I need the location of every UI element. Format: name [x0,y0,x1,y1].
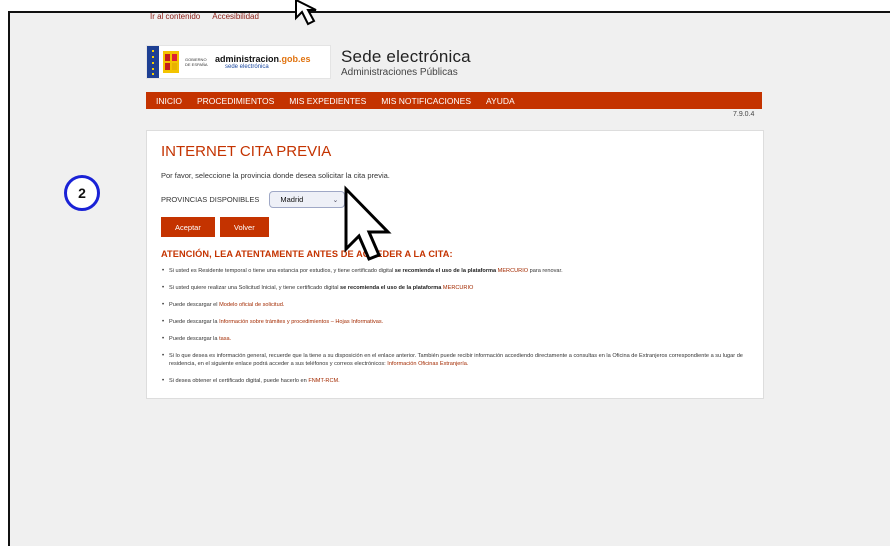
mercurio-link[interactable]: MERCURIO [498,268,528,274]
list-item: Puede descargar la tasa. [161,335,751,343]
accessibility-link[interactable]: Accesibilidad [212,12,259,21]
arrow-cursor-icon [344,185,392,261]
modelo-solicitud-link[interactable]: Modelo oficial de solicitud. [219,302,284,308]
intro-text: Por favor, seleccione la provincia donde… [161,171,390,180]
fnmt-link[interactable]: FNMT-RCM. [308,378,339,384]
province-select[interactable]: Madrid ⌄ [269,191,346,208]
page-title: INTERNET CITA PREVIA [161,143,332,160]
main-nav: INICIO PROCEDIMIENTOS MIS EXPEDIENTES MI… [146,92,762,109]
nav-item-mis-expedientes[interactable]: MIS EXPEDIENTES [289,96,366,106]
nav-item-procedimientos[interactable]: PROCEDIMIENTOS [197,96,274,106]
warning-heading: ATENCIÓN, LEA ATENTAMENTE ANTES DE ACCED… [161,249,453,259]
info-list: Si usted es Residente temporal o tiene u… [161,267,751,394]
skip-links: Ir al contenido Accesibilidad [150,12,259,21]
nav-item-ayuda[interactable]: AYUDA [486,96,515,106]
cita-previa-panel: INTERNET CITA PREVIA Por favor, seleccio… [146,130,764,399]
site-title-main: Sede electrónica [341,46,471,66]
list-item: Si lo que desea es información general, … [161,352,751,368]
mercurio-link[interactable]: MERCURIO [443,285,473,291]
list-item: Si desea obtener el certificado digital,… [161,377,751,385]
oficinas-extranjeria-link[interactable]: Información Oficinas Extranjería. [387,361,468,367]
back-button[interactable]: Volver [219,217,269,237]
site-title: Sede electrónica Administraciones Públic… [341,47,471,78]
tasa-link[interactable]: tasa. [219,336,231,342]
eu-flag-icon [147,46,159,78]
province-selected-value: Madrid [280,195,304,204]
list-item: Si usted es Residente temporal o tiene u… [161,267,751,275]
gov-label: GOBIERNO DE ESPAÑA [185,57,208,67]
version-label: 7.9.0.4 [733,111,755,118]
chevron-down-icon: ⌄ [332,196,339,204]
skip-to-content-link[interactable]: Ir al contenido [150,12,200,21]
admin-logo: administracion.gob.es sede electrónica [215,54,311,70]
list-item: Si usted quiere realizar una Solicitud I… [161,284,751,292]
accept-button[interactable]: Aceptar [161,217,215,237]
hojas-informativas-link[interactable]: Información sobre trámites y procedimien… [219,319,383,325]
province-label: PROVINCIAS DISPONIBLES [161,195,260,204]
arrow-cursor-icon [295,0,317,26]
list-item: Puede descargar el Modelo oficial de sol… [161,301,751,309]
province-row: PROVINCIAS DISPONIBLES Madrid ⌄ [161,191,346,208]
list-item: Puede descargar la Información sobre trá… [161,318,751,326]
site-header: GOBIERNO DE ESPAÑA administracion.gob.es… [146,44,471,80]
site-title-sub: Administraciones Públicas [341,66,458,78]
action-buttons: Aceptar Volver [161,217,269,237]
nav-item-mis-notificaciones[interactable]: MIS NOTIFICACIONES [381,96,471,106]
spain-shield-icon [159,46,183,78]
step-badge: 2 [64,175,100,211]
nav-item-inicio[interactable]: INICIO [156,96,182,106]
government-logo[interactable]: GOBIERNO DE ESPAÑA administracion.gob.es… [146,45,331,79]
